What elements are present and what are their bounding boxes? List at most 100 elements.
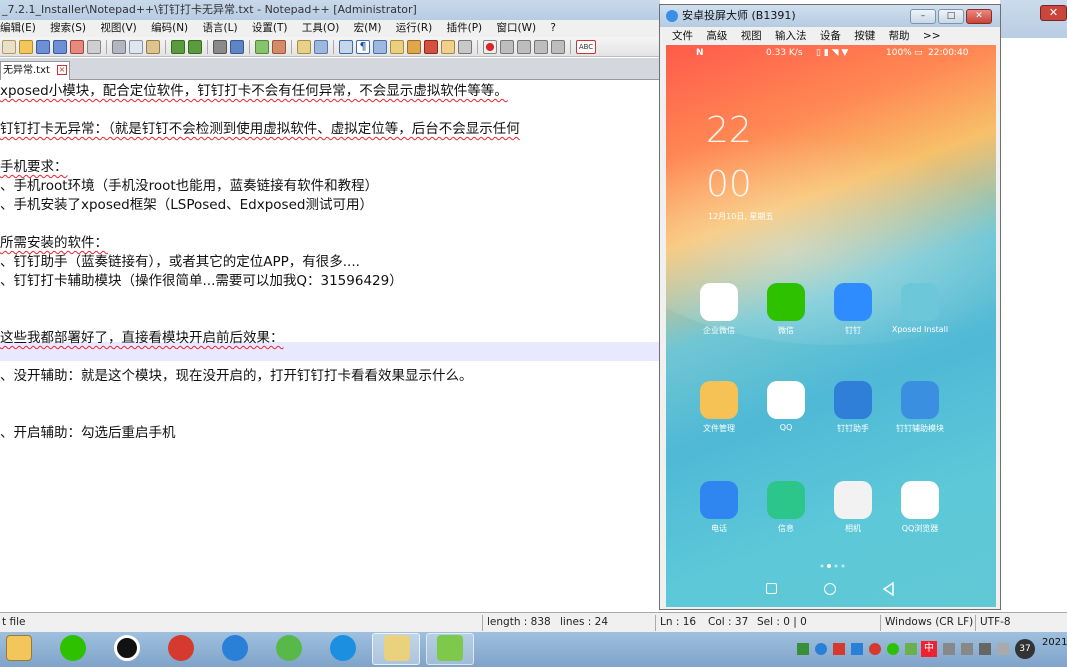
menu-plugins[interactable]: 插件(P) bbox=[447, 22, 483, 34]
app-tools[interactable]: 钉钉助手 bbox=[823, 381, 883, 434]
app-wecom[interactable]: 企业微信 bbox=[689, 283, 749, 336]
shield-icon[interactable] bbox=[851, 643, 863, 655]
tray-icon[interactable] bbox=[797, 643, 809, 655]
cut-icon[interactable] bbox=[112, 39, 126, 54]
taskbar-clock[interactable]: 2021 bbox=[1042, 636, 1067, 649]
text-editor[interactable]: xposed小模块，配合定位软件，钉钉打卡不会有任何异常，不会显示虚拟软件等等。… bbox=[0, 80, 660, 610]
tray-icon[interactable] bbox=[997, 643, 1009, 655]
menu-edit[interactable]: 编辑(E) bbox=[0, 22, 36, 34]
menu-encoding[interactable]: 编码(N) bbox=[151, 22, 188, 34]
pmenu-help[interactable]: 帮助 bbox=[889, 30, 910, 42]
close-file-icon[interactable] bbox=[70, 39, 84, 54]
pmenu-input[interactable]: 输入法 bbox=[775, 30, 807, 42]
browser-icon bbox=[901, 481, 939, 519]
find-icon[interactable] bbox=[213, 39, 227, 54]
tray-icon[interactable] bbox=[869, 643, 881, 655]
stop-macro-icon[interactable] bbox=[500, 39, 514, 54]
redo-icon[interactable] bbox=[188, 39, 202, 54]
save-macro-icon[interactable] bbox=[551, 39, 565, 54]
pmenu-advanced[interactable]: 高级 bbox=[706, 30, 727, 42]
zoom-out-icon[interactable] bbox=[272, 39, 286, 54]
android-icon bbox=[437, 635, 463, 661]
browser-taskbar-icon[interactable] bbox=[222, 635, 248, 661]
tray-icon[interactable] bbox=[815, 643, 827, 655]
play-macro-icon[interactable] bbox=[517, 39, 531, 54]
zoom-in-icon[interactable] bbox=[255, 39, 269, 54]
play-multiple-icon[interactable] bbox=[534, 39, 548, 54]
tab-close-icon[interactable]: × bbox=[57, 65, 67, 75]
home-screen: N 0.33 K/s ▯ ▮ ◥ ▼ 100% ▭ 22:00:40 22 00… bbox=[666, 45, 996, 607]
menu-tools[interactable]: 工具(O) bbox=[302, 22, 339, 34]
minimize-button[interactable]: – bbox=[910, 9, 936, 24]
phone-screen[interactable]: N 0.33 K/s ▯ ▮ ◥ ▼ 100% ▭ 22:00:40 22 00… bbox=[666, 45, 996, 607]
wechat-taskbar-icon[interactable] bbox=[60, 635, 86, 661]
app-dingtalk[interactable]: 钉钉 bbox=[823, 283, 883, 336]
replace-icon[interactable] bbox=[230, 39, 244, 54]
tray-icon[interactable] bbox=[833, 643, 845, 655]
indent-guide-icon[interactable] bbox=[373, 39, 387, 54]
network-icon[interactable] bbox=[961, 643, 973, 655]
folder-workspace-icon[interactable] bbox=[441, 39, 455, 54]
app-message[interactable]: 信息 bbox=[756, 481, 816, 534]
spellcheck-icon[interactable]: ABC bbox=[576, 39, 596, 54]
app-camera[interactable]: 相机 bbox=[823, 481, 883, 534]
udl-icon[interactable] bbox=[390, 39, 404, 54]
undo-icon[interactable] bbox=[171, 39, 185, 54]
monitor-icon[interactable] bbox=[458, 39, 472, 54]
menu-help[interactable]: ? bbox=[550, 22, 556, 34]
qq-taskbar-icon[interactable] bbox=[114, 635, 140, 661]
app-module[interactable]: 钉钉辅助模块 bbox=[890, 381, 950, 434]
app-xposed[interactable]: Xposed Install bbox=[890, 283, 950, 334]
tab-file[interactable]: 无异常.txt × bbox=[0, 61, 70, 80]
open-file-icon[interactable] bbox=[19, 39, 33, 54]
paste-icon[interactable] bbox=[146, 39, 160, 54]
status-divider bbox=[655, 615, 656, 631]
home-icon[interactable] bbox=[824, 583, 836, 595]
ie-icon[interactable] bbox=[276, 635, 302, 661]
new-file-icon[interactable] bbox=[2, 39, 16, 54]
menu-macro[interactable]: 宏(M) bbox=[354, 22, 382, 34]
pmenu-file[interactable]: 文件 bbox=[672, 30, 693, 42]
menu-settings[interactable]: 设置(T) bbox=[252, 22, 288, 34]
editor-line: 、钉钉打卡辅助模块（操作很简单...需要可以加我Q：31596429） bbox=[0, 273, 403, 289]
pmenu-view[interactable]: 视图 bbox=[741, 30, 762, 42]
all-chars-icon[interactable]: ¶ bbox=[356, 39, 370, 54]
menu-language[interactable]: 语言(L) bbox=[203, 22, 238, 34]
recents-icon[interactable] bbox=[766, 583, 777, 594]
close-button[interactable]: ✕ bbox=[1040, 5, 1067, 21]
save-icon[interactable] bbox=[36, 39, 50, 54]
app-browser[interactable]: QQ浏览器 bbox=[890, 481, 950, 534]
word-wrap-icon[interactable] bbox=[339, 39, 353, 54]
menu-search[interactable]: 搜索(S) bbox=[50, 22, 86, 34]
record-macro-icon[interactable] bbox=[483, 39, 497, 54]
pmenu-keys[interactable]: 按键 bbox=[854, 30, 875, 42]
pmenu-device[interactable]: 设备 bbox=[820, 30, 841, 42]
app-qq[interactable]: QQ bbox=[756, 381, 816, 432]
pmenu-more[interactable]: >> bbox=[923, 30, 941, 42]
app-wechat[interactable]: 微信 bbox=[756, 283, 816, 336]
menu-run[interactable]: 运行(R) bbox=[396, 22, 433, 34]
app-folder[interactable]: 文件管理 bbox=[689, 381, 749, 434]
function-list-icon[interactable] bbox=[424, 39, 438, 54]
sogou-icon[interactable] bbox=[330, 635, 356, 661]
app-phone[interactable]: 电话 bbox=[689, 481, 749, 534]
volume-icon[interactable] bbox=[979, 643, 991, 655]
wechat-tray-icon[interactable] bbox=[887, 643, 899, 655]
maximize-button[interactable]: □ bbox=[938, 9, 964, 24]
app-red-icon[interactable] bbox=[168, 635, 194, 661]
phone-close-button[interactable]: ✕ bbox=[966, 9, 992, 24]
save-all-icon[interactable] bbox=[53, 39, 67, 54]
copy-icon[interactable] bbox=[129, 39, 143, 54]
sync-h-icon[interactable] bbox=[314, 39, 328, 54]
doc-map-icon[interactable] bbox=[407, 39, 421, 54]
tray-badge[interactable]: 37 bbox=[1015, 639, 1035, 659]
print-icon[interactable] bbox=[87, 39, 101, 54]
tray-icon[interactable] bbox=[943, 643, 955, 655]
back-icon[interactable] bbox=[882, 582, 895, 596]
menu-view[interactable]: 视图(V) bbox=[100, 22, 136, 34]
tray-icon[interactable] bbox=[905, 643, 917, 655]
menu-window[interactable]: 窗口(W) bbox=[497, 22, 537, 34]
sync-scroll-icon[interactable] bbox=[297, 39, 311, 54]
ime-icon[interactable]: 中 bbox=[921, 641, 937, 657]
explorer-icon[interactable] bbox=[6, 635, 32, 661]
